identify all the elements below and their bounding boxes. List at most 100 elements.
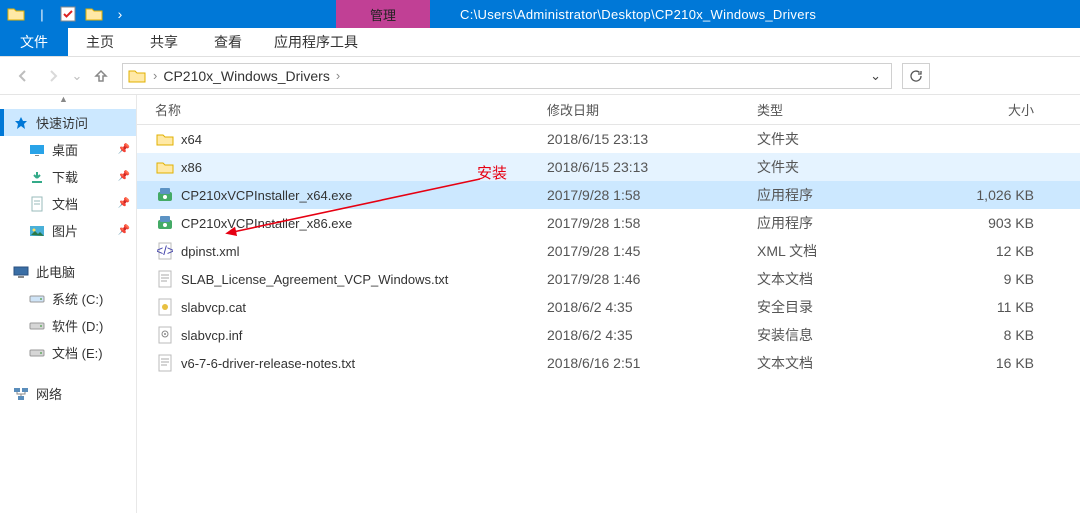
pin-icon: 📌 [118,225,130,236]
sidebar-item[interactable]: 图片 📌 [0,217,136,244]
navigation-bar: ⌄ › CP210x_Windows_Drivers › ⌄ [0,57,1080,95]
file-name: v6-7-6-driver-release-notes.txt [181,356,355,371]
sidebar-item[interactable]: 文档 📌 [0,190,136,217]
tab-share[interactable]: 共享 [132,28,196,56]
file-date: 2018/6/15 23:13 [547,131,757,147]
column-headers: ▲ 名称 修改日期 类型 大小 [137,95,1080,125]
sidebar-item-label: 文档 (E:) [52,343,103,362]
sidebar-drive-item[interactable]: 文档 (E:) [0,339,136,366]
file-name: slabvcp.cat [181,300,246,315]
navigation-pane: 快速访问 桌面📌 下载 📌 文档 📌 图片 📌 此电脑 系统 (C:) 软件 (D:) 文档 (… [0,95,137,513]
file-rows-container: x64 2018/6/15 23:13文件夹 x862018/6/15 23:13文… [137,125,1080,513]
file-type: 安装信息 [757,325,937,345]
file-type: 文本文档 [757,269,937,289]
quick-access-toolbar: | › [0,4,136,24]
exe-icon [155,185,175,205]
workarea: 快速访问 桌面📌 下载 📌 文档 📌 图片 📌 此电脑 系统 (C:) 软件 (D:) 文档 (… [0,95,1080,513]
recent-dropdown[interactable]: ⌄ [68,61,86,91]
file-row[interactable]: x64 2018/6/15 23:13文件夹 [137,125,1080,153]
txt-icon [155,269,175,289]
file-row[interactable]: SLAB_License_Agreement_VCP_Windows.txt 20… [137,265,1080,293]
sidebar-quick-access[interactable]: 快速访问 [0,109,136,136]
sidebar-item[interactable]: 桌面📌 [0,136,136,163]
sidebar-item-label: 下载 [52,167,78,186]
download-icon [28,169,46,185]
pc-icon [12,264,30,280]
file-type: 安全目录 [757,297,937,317]
sidebar-drive-item[interactable]: 软件 (D:) [0,312,136,339]
pin-icon: 📌 [118,198,130,209]
forward-button[interactable] [38,61,68,91]
file-row[interactable]: slabvcp.cat2018/6/2 4:35安全目录11 KB [137,293,1080,321]
file-name: x64 [181,132,202,147]
tab-view[interactable]: 查看 [196,28,260,56]
file-type: 应用程序 [757,185,937,205]
pin-icon: 📌 [118,171,130,182]
new-folder-icon[interactable] [84,4,104,24]
file-type: XML 文档 [757,241,937,261]
sort-indicator-icon: ▲ [0,94,535,104]
qat-separator: | [32,4,52,24]
address-bar[interactable]: › CP210x_Windows_Drivers › ⌄ [122,63,892,89]
address-folder-icon [127,66,147,86]
document-icon [28,196,46,212]
file-type: 应用程序 [757,213,937,233]
sidebar-network[interactable]: 网络 [0,380,136,407]
file-size: 1,026 KB [937,187,1052,203]
sidebar-this-pc[interactable]: 此电脑 [0,258,136,285]
file-list-pane: ▲ 名称 修改日期 类型 大小 x64 2018/6/15 23:13文件夹 x86… [137,95,1080,513]
file-name: slabvcp.inf [181,328,242,343]
sidebar-item[interactable]: 下载 📌 [0,163,136,190]
breadcrumb-separator[interactable]: › [334,68,342,83]
file-row[interactable]: x862018/6/15 23:13文件夹 [137,153,1080,181]
file-date: 2017/9/28 1:58 [547,215,757,231]
file-row[interactable]: CP210xVCPInstaller_x86.exe 2017/9/28 1:58… [137,209,1080,237]
file-row[interactable]: </>dpinst.xml2017/9/28 1:45XML 文档12 KB [137,237,1080,265]
file-name: x86 [181,160,202,175]
annotation-label: 安装 [477,162,507,183]
context-tab-manage[interactable]: 管理 [336,0,430,28]
sidebar-item-label: 图片 [52,221,78,240]
file-date: 2017/9/28 1:45 [547,243,757,259]
file-name: SLAB_License_Agreement_VCP_Windows.txt [181,272,448,287]
file-row[interactable]: v6-7-6-driver-release-notes.txt2018/6/16… [137,349,1080,377]
network-icon [12,386,30,402]
sidebar-item-label: 文档 [52,194,78,213]
back-button[interactable] [8,61,38,91]
breadcrumb-item[interactable]: CP210x_Windows_Drivers [159,68,334,84]
file-size: 16 KB [937,355,1052,371]
tab-file[interactable]: 文件 [0,28,68,56]
titlebar: | › 管理 C:\Users\Administrator\Desktop\CP… [0,0,1080,28]
folder-icon[interactable] [6,4,26,24]
drive-icon [28,318,46,334]
file-date: 2017/9/28 1:58 [547,187,757,203]
file-type: 文件夹 [757,129,937,149]
file-row[interactable]: CP210xVCPInstaller_x64.exe 2017/9/28 1:58… [137,181,1080,209]
xml-icon: </> [155,241,175,261]
exe-icon [155,213,175,233]
file-name: CP210xVCPInstaller_x86.exe [181,216,352,231]
up-button[interactable] [86,61,116,91]
refresh-button[interactable] [902,63,930,89]
window-title-path: C:\Users\Administrator\Desktop\CP210x_Wi… [430,7,1080,22]
quick-access-icon [12,115,30,131]
sidebar-item-label: 软件 (D:) [52,316,103,335]
file-size: 12 KB [937,243,1052,259]
folder-icon [155,157,175,177]
picture-icon [28,223,46,239]
tab-home[interactable]: 主页 [68,28,132,56]
file-row[interactable]: slabvcp.inf2018/6/2 4:35安装信息8 KB [137,321,1080,349]
ribbon-tabs: 文件 主页 共享 查看 应用程序工具 [0,28,1080,57]
folder-icon [155,129,175,149]
address-history-dropdown[interactable]: ⌄ [864,68,887,84]
file-date: 2017/9/28 1:46 [547,271,757,287]
svg-text:</>: </> [157,243,173,258]
file-name: CP210xVCPInstaller_x64.exe [181,188,352,203]
drive-icon [28,345,46,361]
tab-app-tools[interactable]: 应用程序工具 [260,28,372,56]
breadcrumb-separator[interactable]: › [151,68,159,83]
properties-icon[interactable] [58,4,78,24]
desktop-icon [28,142,46,158]
sidebar-drive-item[interactable]: 系统 (C:) [0,285,136,312]
qat-dropdown-icon[interactable]: › [110,4,130,24]
